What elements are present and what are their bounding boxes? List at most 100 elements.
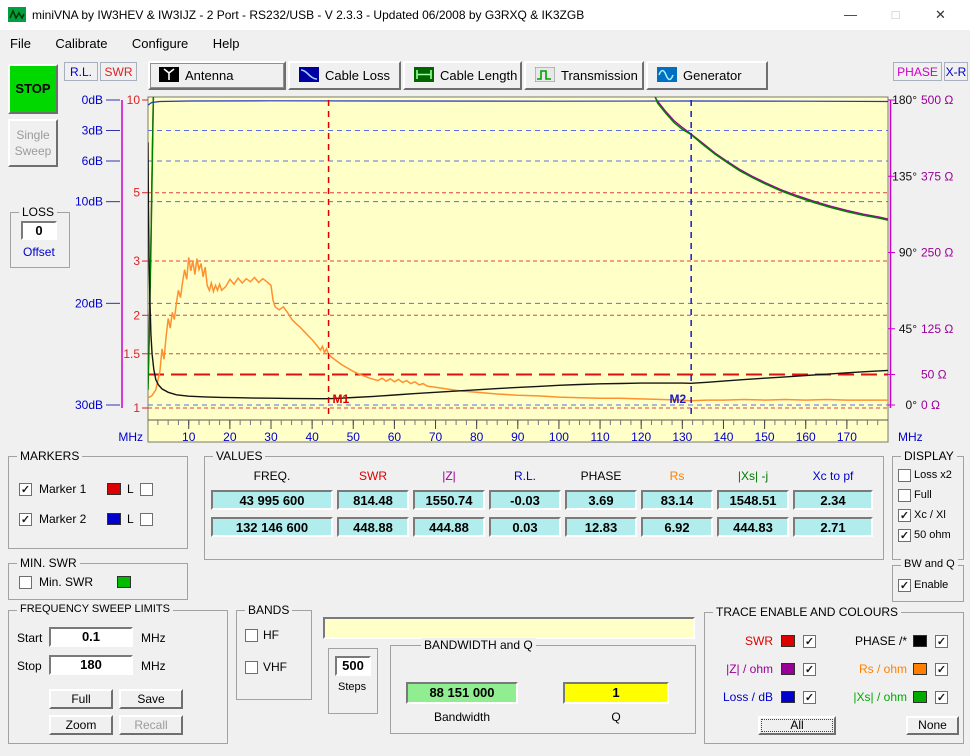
all-traces-button[interactable]: All — [758, 716, 836, 735]
tab-cable-loss[interactable]: Cable Loss — [288, 61, 401, 90]
x-unit-right: MHz — [898, 430, 923, 444]
start-freq-input[interactable]: 0.1 — [49, 627, 133, 647]
bandwidth-label: Bandwidth — [406, 710, 518, 724]
start-unit-label: MHz — [141, 631, 166, 645]
marker1-color-swatch[interactable] — [107, 483, 121, 495]
m2-xs-value: 444.83 — [717, 517, 789, 537]
loss-offset-input[interactable]: 0 — [21, 221, 57, 240]
vhf-checkbox[interactable] — [245, 661, 258, 674]
trace-phase-checkbox[interactable]: ✓ — [935, 635, 948, 648]
values-group: VALUES FREQ. SWR |Z| R.L. PHASE Rs |Xs| … — [204, 456, 884, 560]
values-header-rs: Rs — [641, 469, 713, 483]
marker2-lock-checkbox[interactable] — [140, 513, 153, 526]
markers-group-legend: MARKERS — [17, 449, 82, 463]
swr-axis-label: SWR — [100, 62, 137, 81]
min-swr-color-swatch[interactable] — [117, 576, 131, 588]
close-button[interactable]: ✕ — [918, 0, 963, 30]
bw-enable-label: Enable — [914, 579, 948, 591]
svg-text:0°: 0° — [906, 398, 918, 412]
full-span-button[interactable]: Full — [49, 689, 113, 709]
xc-xl-checkbox[interactable]: ✓ — [898, 509, 911, 522]
bands-group: BANDS HF VHF — [236, 610, 312, 700]
marker-label-M2: M2 — [669, 392, 686, 406]
plot-area — [148, 97, 888, 442]
svg-text:10dB: 10dB — [75, 195, 103, 209]
menu-configure[interactable]: Configure — [122, 30, 198, 57]
svg-text:120: 120 — [631, 430, 651, 444]
m2-phase-value: 12.83 — [565, 517, 637, 537]
menu-help[interactable]: Help — [203, 30, 250, 57]
save-button[interactable]: Save — [119, 689, 183, 709]
full-checkbox[interactable] — [898, 489, 911, 502]
svg-text:30dB: 30dB — [75, 398, 103, 412]
m1-z-value: 1550.74 — [413, 490, 485, 510]
trace-z-swatch[interactable] — [781, 663, 795, 675]
svg-text:6dB: 6dB — [82, 154, 103, 168]
trace-rs-checkbox[interactable]: ✓ — [935, 663, 948, 676]
trace-z-label: |Z| / ohm — [711, 662, 773, 676]
menu-file[interactable]: File — [0, 30, 41, 57]
m2-xc-value: 2.71 — [793, 517, 873, 537]
tab-transmission[interactable]: Transmission — [524, 61, 644, 90]
svg-text:30: 30 — [264, 430, 278, 444]
trace-loss-swatch[interactable] — [781, 691, 795, 703]
m2-freq-value: 132 146 600 — [211, 517, 333, 537]
marker1-checkbox[interactable]: ✓ — [19, 483, 32, 496]
tab-generator[interactable]: Generator — [646, 61, 768, 90]
svg-text:110: 110 — [590, 430, 609, 444]
values-header-z: |Z| — [413, 469, 485, 483]
trace-rs-swatch[interactable] — [913, 663, 927, 675]
trace-swr-swatch[interactable] — [781, 635, 795, 647]
svg-text:0dB: 0dB — [82, 95, 103, 107]
transmission-icon — [535, 67, 555, 85]
marker2-checkbox[interactable]: ✓ — [19, 513, 32, 526]
bw-enable-checkbox[interactable]: ✓ — [898, 579, 911, 592]
m2-rs-value: 6.92 — [641, 517, 713, 537]
bandwidth-q-legend: BANDWIDTH and Q — [421, 638, 536, 652]
steps-input[interactable]: 500 — [335, 656, 371, 676]
svg-text:3: 3 — [133, 254, 140, 268]
min-swr-checkbox[interactable] — [19, 576, 32, 589]
trace-z-checkbox[interactable]: ✓ — [803, 663, 816, 676]
steps-group: 500 Steps — [328, 648, 378, 714]
recall-button[interactable]: Recall — [119, 715, 183, 735]
trace-xs-swatch[interactable] — [913, 691, 927, 703]
marker1-lock-checkbox[interactable] — [140, 483, 153, 496]
app-icon — [8, 7, 26, 22]
sweep-limits-group: FREQUENCY SWEEP LIMITS Start 0.1 MHz Sto… — [8, 610, 228, 744]
trace-phase-swatch[interactable] — [913, 635, 927, 647]
m1-xc-value: 2.34 — [793, 490, 873, 510]
trace-xs-checkbox[interactable]: ✓ — [935, 691, 948, 704]
tab-cable-loss-label: Cable Loss — [325, 68, 390, 83]
svg-text:150: 150 — [755, 430, 775, 444]
sweep-chart[interactable]: 1020304050607080901001101201301401501601… — [0, 95, 970, 450]
values-header-xc: Xc to pf — [793, 469, 873, 483]
stop-freq-input[interactable]: 180 — [49, 655, 133, 675]
stop-button[interactable]: STOP — [8, 64, 58, 114]
fifty-ohm-checkbox[interactable]: ✓ — [898, 529, 911, 542]
no-traces-button[interactable]: None — [906, 716, 959, 735]
loss-x2-checkbox[interactable] — [898, 469, 911, 482]
window-title: miniVNA by IW3HEV & IW3IJZ - 2 Port - RS… — [32, 0, 584, 30]
tab-antenna[interactable]: Antenna — [148, 61, 286, 90]
values-header-xs: |Xs| -j — [717, 469, 789, 483]
tab-cable-length[interactable]: Cable Length — [403, 61, 522, 90]
trace-loss-checkbox[interactable]: ✓ — [803, 691, 816, 704]
trace-swr-checkbox[interactable]: ✓ — [803, 635, 816, 648]
stop-label: Stop — [17, 659, 42, 673]
single-sweep-button[interactable]: Single Sweep — [8, 119, 58, 167]
sweep-limits-legend: FREQUENCY SWEEP LIMITS — [17, 603, 173, 615]
marker1-label: Marker 1 — [39, 482, 86, 496]
min-swr-group: MIN. SWR Min. SWR — [8, 563, 188, 600]
menu-calibrate[interactable]: Calibrate — [45, 30, 117, 57]
svg-text:135°: 135° — [892, 169, 917, 183]
marker2-color-swatch[interactable] — [107, 513, 121, 525]
hf-checkbox[interactable] — [245, 629, 258, 642]
vhf-label: VHF — [263, 660, 287, 674]
zoom-button[interactable]: Zoom — [49, 715, 113, 735]
svg-text:50 Ω: 50 Ω — [921, 368, 947, 382]
loss-offset-label: Offset — [23, 245, 55, 259]
trace-xs-label: |Xs| / ohm — [825, 690, 907, 704]
minimize-button[interactable]: — — [828, 0, 873, 30]
svg-text:160: 160 — [796, 430, 816, 444]
